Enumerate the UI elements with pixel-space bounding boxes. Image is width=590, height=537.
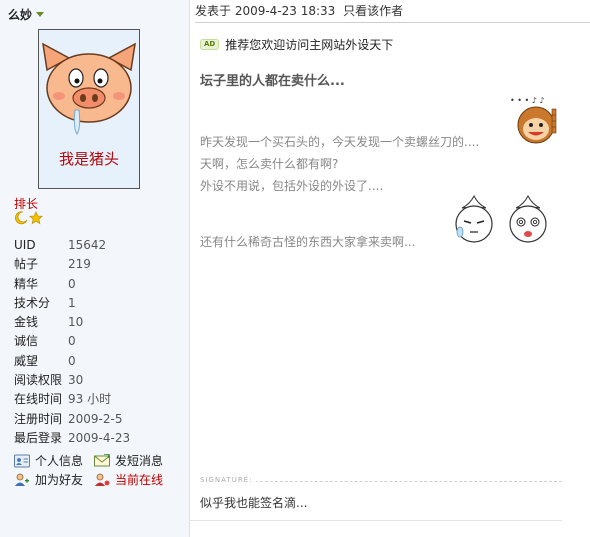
add-friend-label: 加为好友 xyxy=(35,473,84,487)
stat-value: 1 xyxy=(68,295,76,310)
avatar: 我是猪头 xyxy=(38,29,140,189)
stat-read-access: 阅读权限 30 xyxy=(14,371,130,390)
action-row: 个人信息 发短消息 xyxy=(14,451,184,470)
post-title: 坛子里的人都在卖什么... xyxy=(200,74,345,89)
post-body-line: 还有什么稀奇古怪的东西大家拿来卖啊... xyxy=(200,235,416,249)
stat-value: 0 xyxy=(68,276,76,291)
stat-posts: 帖子 219 xyxy=(14,255,130,274)
star-icon xyxy=(29,211,43,225)
rank-stars xyxy=(14,211,43,225)
stat-label: 精华 xyxy=(14,276,39,291)
onion-head-sweat-icon xyxy=(455,194,493,243)
stat-label: 帖子 xyxy=(14,257,39,272)
add-friend-link[interactable]: 加为好友 xyxy=(14,471,94,488)
stat-label: 在线时间 xyxy=(14,392,63,407)
user-sidebar: 么妙 我是猪头 排长 UID 15642 帖子 219 精华 0 技术分 1 金… xyxy=(0,0,190,537)
stat-value: 0 xyxy=(68,353,76,368)
monkey-emoticon-icon: • • • ♪ ♪ xyxy=(510,96,557,144)
onion-head-dizzy-icon xyxy=(509,194,547,243)
stat-last-login: 最后登录 2009-4-23 xyxy=(14,429,130,448)
post-meta: 发表于 2009-4-23 18:33 只看该作者 xyxy=(195,2,403,19)
stat-money: 金钱 10 xyxy=(14,313,130,332)
stat-value: 15642 xyxy=(68,238,107,252)
author-only-link[interactable]: 只看该作者 xyxy=(343,4,403,18)
stat-online-time: 在线时间 93 小时 xyxy=(14,390,130,409)
rank-title: 排长 xyxy=(14,197,39,211)
stat-label: 注册时间 xyxy=(14,411,63,426)
user-stats: UID 15642 帖子 219 精华 0 技术分 1 金钱 10 诚信 0 威望 0 阅读权… xyxy=(14,236,130,448)
action-row: 加为好友 当前在线 xyxy=(14,470,184,489)
online-status[interactable]: 当前在线 xyxy=(94,471,174,488)
stat-prestige: 威望 0 xyxy=(14,352,130,371)
stat-label: 诚信 xyxy=(14,334,39,349)
stat-uid: UID 15642 xyxy=(14,236,130,255)
chevron-down-icon[interactable] xyxy=(36,11,45,17)
pig-face-icon xyxy=(42,42,136,135)
username[interactable]: 么妙 xyxy=(8,6,32,23)
moon-icon xyxy=(15,211,28,225)
stat-value: 219 xyxy=(68,257,91,272)
user-card-icon xyxy=(14,454,30,467)
signature-label: SIGNATURE: xyxy=(200,476,257,484)
divider xyxy=(195,22,590,23)
stat-registered: 注册时间 2009-2-5 xyxy=(14,410,130,429)
post-body-line: 昨天发现一个买石头的，今天发现一个卖螺丝刀的.... xyxy=(200,135,480,149)
online-user-icon xyxy=(95,473,110,486)
online-status-label: 当前在线 xyxy=(115,473,164,487)
stat-value: 2009-4-23 xyxy=(68,430,131,445)
stat-label: 威望 xyxy=(14,353,39,368)
divider xyxy=(190,520,562,521)
avatar-caption: 我是猪头 xyxy=(58,150,119,168)
signature-text: 似乎我也能签名滴... xyxy=(200,496,308,510)
stat-value: 10 xyxy=(68,315,84,330)
post-body-line: 天啊，怎么卖什么都有啊? xyxy=(200,157,339,171)
stat-tech-score: 技术分 1 xyxy=(14,294,130,313)
envelope-icon xyxy=(94,453,110,466)
ad-link[interactable]: 推荐您欢迎访问主网站外设天下 xyxy=(225,36,393,53)
stat-credit: 诚信 0 xyxy=(14,332,130,351)
stat-label: 最后登录 xyxy=(14,430,63,445)
stat-label: UID xyxy=(14,238,36,252)
send-message-link[interactable]: 发短消息 xyxy=(94,452,174,469)
stat-label: 金钱 xyxy=(14,315,39,330)
profile-link[interactable]: 个人信息 xyxy=(14,452,94,469)
stat-digest: 精华 0 xyxy=(14,275,130,294)
stat-value: 0 xyxy=(68,334,76,349)
post-body-line: 外设不用说，包括外设的外设了.... xyxy=(200,179,384,193)
username-row[interactable]: 么妙 xyxy=(8,6,45,23)
stat-value: 30 xyxy=(68,373,84,388)
stat-label: 阅读权限 xyxy=(14,373,63,388)
stat-value: 2009-2-5 xyxy=(68,411,123,426)
send-message-label: 发短消息 xyxy=(115,454,164,468)
stat-value: 93 小时 xyxy=(68,392,112,407)
ad-badge: AD xyxy=(200,39,220,50)
add-user-icon xyxy=(15,473,29,486)
profile-link-label: 个人信息 xyxy=(35,454,84,468)
user-actions: 个人信息 发短消息 加为好友 当前在线 xyxy=(14,451,184,489)
stat-label: 技术分 xyxy=(14,295,51,310)
post-timestamp: 发表于 2009-4-23 18:33 xyxy=(195,4,336,18)
ad-row[interactable]: AD 推荐您欢迎访问主网站外设天下 xyxy=(200,36,393,53)
svg-text:• • • ♪ ♪: • • • ♪ ♪ xyxy=(510,96,545,105)
